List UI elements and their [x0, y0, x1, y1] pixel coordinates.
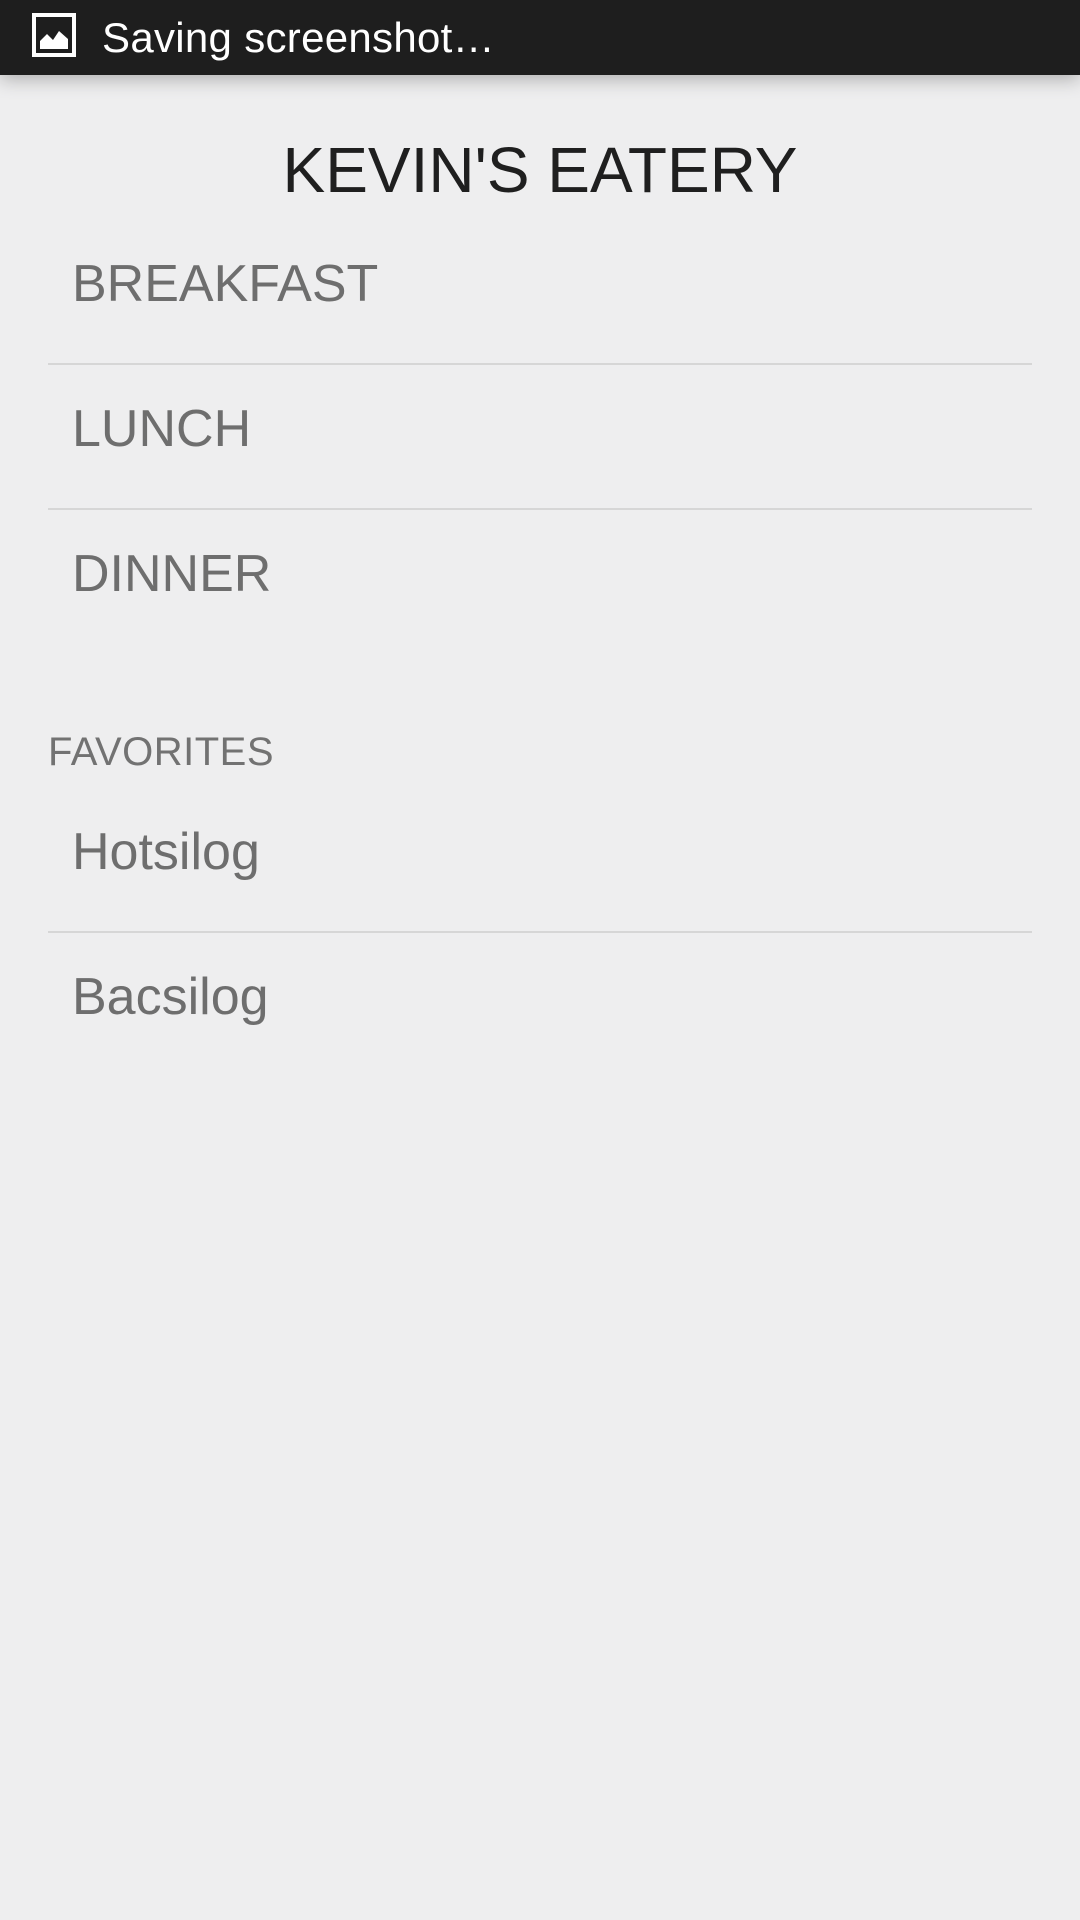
favorite-item-label: Bacsilog: [72, 968, 269, 1026]
menu-item-lunch[interactable]: LUNCH: [48, 365, 1032, 510]
favorite-item-bacsilog[interactable]: Bacsilog: [48, 933, 1032, 1078]
favorite-item-hotsilog[interactable]: Hotsilog: [48, 788, 1032, 933]
menu-item-dinner[interactable]: DINNER: [48, 510, 1032, 655]
menu-item-label: DINNER: [72, 545, 272, 603]
meal-menu-list: BREAKFAST LUNCH DINNER: [48, 220, 1032, 655]
menu-item-label: LUNCH: [72, 400, 252, 458]
status-bar: Saving screenshot…: [0, 0, 1080, 75]
menu-item-breakfast[interactable]: BREAKFAST: [48, 220, 1032, 365]
menu-item-label: BREAKFAST: [72, 255, 379, 313]
page-title: KEVIN'S EATERY: [282, 134, 798, 206]
status-notification-text: Saving screenshot…: [102, 14, 495, 61]
favorites-header: FAVORITES: [48, 730, 275, 774]
favorites-list: Hotsilog Bacsilog: [48, 788, 1032, 1078]
image-icon: [32, 13, 76, 57]
favorite-item-label: Hotsilog: [72, 823, 260, 881]
